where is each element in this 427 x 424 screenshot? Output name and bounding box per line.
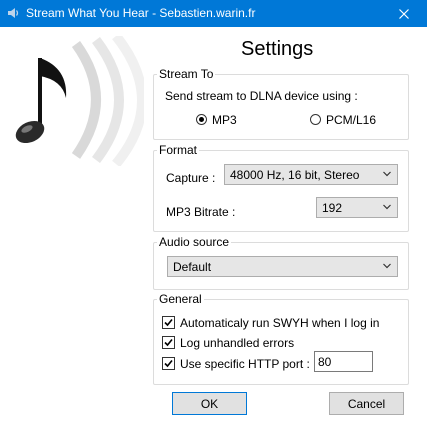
http-port-checkbox[interactable]	[162, 357, 175, 370]
autorun-option[interactable]: Automaticaly run SWYH when I log in	[162, 315, 402, 331]
log-errors-checkbox[interactable]	[162, 336, 175, 349]
capture-value: 48000 Hz, 16 bit, Stereo	[230, 168, 360, 182]
stream-to-label: Stream To	[157, 67, 216, 81]
capture-dropdown[interactable]: 48000 Hz, 16 bit, Stereo	[224, 164, 398, 185]
close-button[interactable]	[381, 0, 427, 27]
audio-source-label: Audio source	[157, 235, 232, 249]
http-port-label: Use specific HTTP port :	[180, 357, 310, 371]
capture-label: Capture :	[166, 171, 216, 185]
mp3-radio-option[interactable]: MP3	[196, 112, 286, 128]
format-group: Format Capture : 48000 Hz, 16 bit, Stere…	[153, 143, 409, 232]
window-title: Stream What You Hear - Sebastien.warin.f…	[26, 6, 256, 20]
mp3-radio[interactable]	[196, 114, 207, 125]
speaker-icon	[8, 8, 19, 18]
log-errors-option[interactable]: Log unhandled errors	[162, 335, 402, 351]
audio-source-group: Audio source Default	[153, 235, 409, 290]
audio-source-dropdown[interactable]: Default	[167, 256, 398, 277]
mp3-radio-label: MP3	[212, 113, 237, 127]
pcm-radio[interactable]	[310, 114, 321, 125]
audio-source-value: Default	[173, 260, 212, 274]
log-errors-label: Log unhandled errors	[180, 336, 295, 350]
cancel-button[interactable]: Cancel	[329, 392, 404, 415]
settings-heading: Settings	[241, 38, 314, 60]
chevron-down-icon	[383, 263, 391, 269]
stream-to-group: Stream To Send stream to DLNA device usi…	[153, 67, 409, 140]
autorun-label: Automaticaly run SWYH when I log in	[180, 316, 380, 330]
ok-button[interactable]: OK	[172, 392, 247, 415]
http-port-option[interactable]: Use specific HTTP port :	[162, 356, 312, 372]
pcm-radio-label: PCM/L16	[326, 113, 377, 127]
music-note-logo	[15, 36, 144, 166]
checkmark-icon	[164, 318, 173, 327]
http-port-input-box[interactable]	[314, 351, 373, 372]
http-port-input[interactable]	[315, 352, 372, 371]
close-icon	[399, 8, 409, 19]
autorun-checkbox[interactable]	[162, 316, 175, 329]
bitrate-dropdown[interactable]: 192	[316, 197, 398, 218]
pcm-radio-option[interactable]: PCM/L16	[310, 112, 400, 128]
general-group: General Automaticaly run SWYH when I log…	[153, 292, 409, 385]
bitrate-value: 192	[322, 201, 343, 215]
chevron-down-icon	[383, 204, 391, 210]
chevron-down-icon	[383, 171, 391, 177]
stream-description: Send stream to DLNA device using :	[165, 89, 358, 103]
general-label: General	[157, 292, 204, 306]
checkmark-icon	[164, 359, 173, 368]
bitrate-label: MP3 Bitrate :	[166, 205, 236, 219]
checkmark-icon	[164, 338, 173, 347]
format-label: Format	[157, 143, 200, 157]
title-bar[interactable]: Stream What You Hear - Sebastien.warin.f…	[0, 0, 427, 27]
